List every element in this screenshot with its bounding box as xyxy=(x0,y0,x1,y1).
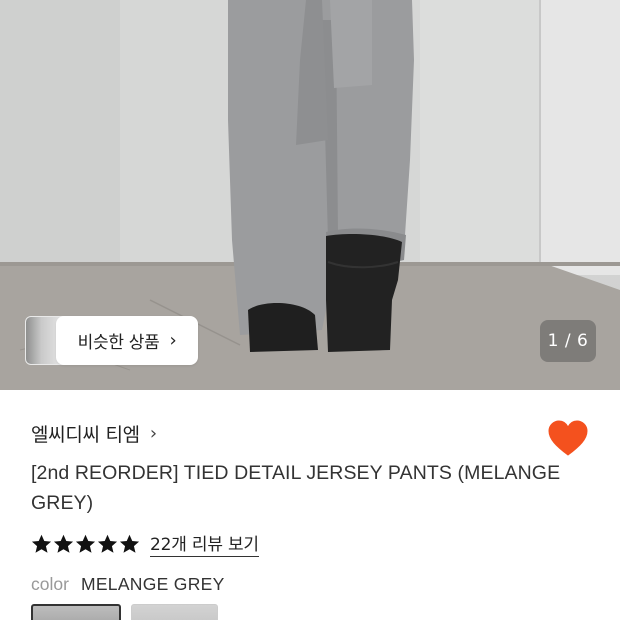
similar-products-button[interactable]: 비슷한 상품 › xyxy=(56,316,198,365)
similar-products-label: 비슷한 상품 xyxy=(77,333,160,353)
selected-color-value: MELANGE GREY xyxy=(80,574,225,594)
chevron-right-icon: › xyxy=(149,423,157,444)
star-icon xyxy=(53,534,74,553)
star-icon xyxy=(75,534,96,553)
color-swatch-selected[interactable] xyxy=(31,604,121,620)
star-icon xyxy=(119,534,140,553)
product-title: [2nd REORDER] TIED DETAIL JERSEY PANTS (… xyxy=(31,462,561,514)
product-image[interactable]: 비슷한 상품 › 1 / 6 xyxy=(0,0,620,390)
brand-link[interactable]: 엘씨디씨 티엠 › xyxy=(31,420,157,447)
rating-row: 22개 리뷰 보기 xyxy=(31,530,259,557)
color-label: color xyxy=(31,574,69,594)
rating-stars xyxy=(31,534,140,554)
similar-products-chip[interactable]: 비슷한 상품 › xyxy=(25,316,198,365)
color-option-row: color MELANGE GREY xyxy=(31,574,225,595)
wishlist-heart-icon[interactable] xyxy=(548,420,588,458)
star-icon xyxy=(31,534,52,553)
image-pager-indicator: 1 / 6 xyxy=(540,320,596,362)
chevron-right-icon: › xyxy=(169,330,177,351)
brand-name: 엘씨디씨 티엠 xyxy=(31,424,140,446)
star-icon xyxy=(97,534,118,553)
color-swatch[interactable] xyxy=(131,604,218,620)
review-link[interactable]: 22개 리뷰 보기 xyxy=(150,530,259,557)
